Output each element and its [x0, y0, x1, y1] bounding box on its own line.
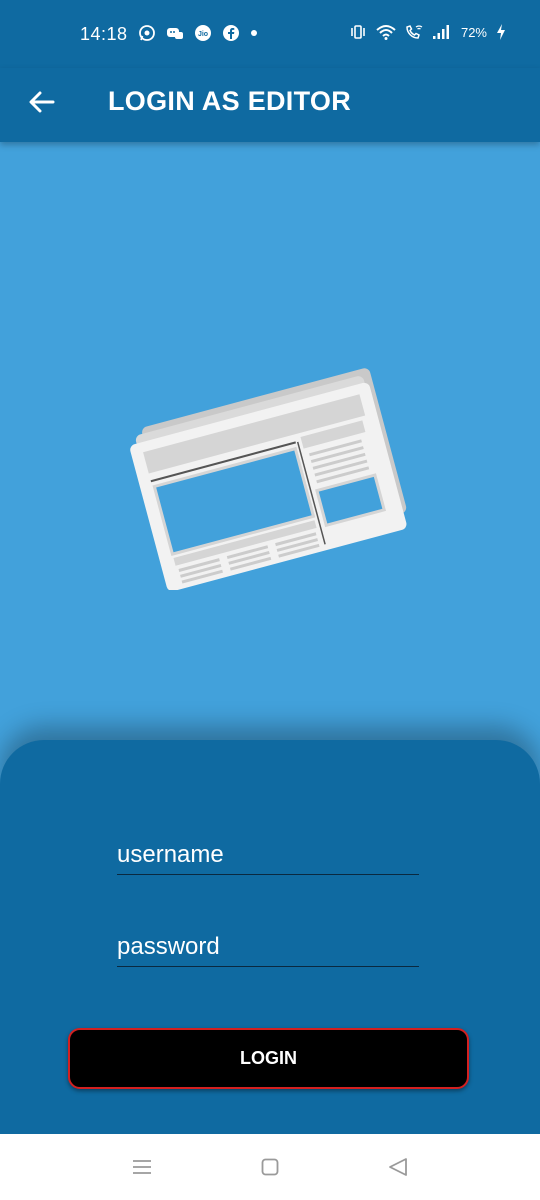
app-bar: LOGIN AS EDITOR: [0, 68, 540, 142]
battery-percent: 72%: [460, 24, 487, 40]
password-input[interactable]: [117, 927, 419, 966]
square-icon: [261, 1158, 279, 1176]
login-panel: LOGIN: [0, 740, 540, 1134]
messenger-icon: [166, 25, 184, 41]
page-title: LOGIN AS EDITOR: [108, 86, 352, 116]
battery-charging-icon: [496, 24, 506, 40]
system-status-icons: 72%: [349, 24, 506, 40]
notification-icons: Jio: [138, 24, 258, 42]
triangle-back-icon: [388, 1157, 408, 1177]
home-button[interactable]: [255, 1154, 285, 1180]
dot-icon: [250, 29, 258, 37]
status-time: 14:18: [80, 24, 128, 44]
back-button[interactable]: [22, 82, 62, 122]
username-field: [117, 835, 419, 875]
password-field: [117, 927, 419, 967]
wifi-icon: [376, 24, 396, 40]
newspaper-icon: [130, 350, 410, 592]
signal-icon: [432, 24, 452, 40]
system-nav-bar: [0, 1134, 540, 1200]
svg-text:Jio: Jio: [198, 31, 208, 38]
recent-apps-button[interactable]: [127, 1154, 157, 1180]
arrow-left-icon: [29, 91, 55, 113]
username-input[interactable]: [117, 835, 419, 874]
wifi-call-icon: [405, 24, 423, 40]
login-button[interactable]: LOGIN: [68, 1028, 469, 1089]
vibrate-icon: [349, 24, 367, 40]
status-bar: 14:18 Jio 72%: [0, 0, 540, 68]
jio-icon: Jio: [194, 24, 212, 42]
system-back-button[interactable]: [383, 1154, 413, 1180]
facebook-icon: [222, 24, 240, 42]
menu-icon: [132, 1159, 152, 1175]
whatsapp-icon: [138, 24, 156, 42]
